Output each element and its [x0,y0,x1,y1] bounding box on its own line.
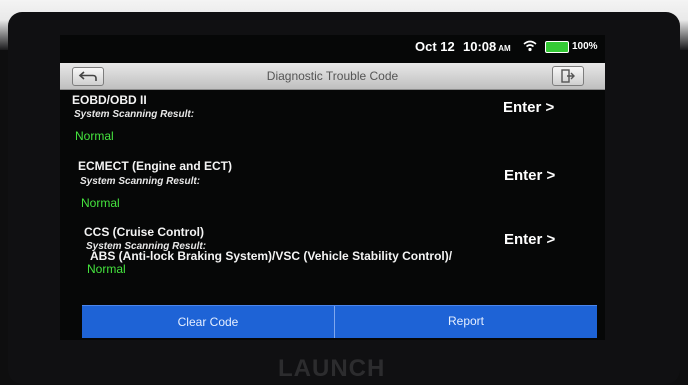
page-title: Diagnostic Trouble Code [266,69,399,83]
system-name: CCS (Cruise Control) [84,225,204,239]
clear-code-button[interactable]: Clear Code [82,306,335,338]
status-time-value: 10:08 [463,39,497,54]
enter-button[interactable]: Enter > [503,99,554,116]
system-item[interactable]: EOBD/OBD II System Scanning Result: Norm… [60,91,605,151]
status-ampm: AM [498,44,511,53]
report-button[interactable]: Report [335,306,597,338]
scan-result-value: Normal [75,129,114,143]
status-bar: Oct 12 10:08 AM 100% [60,35,605,57]
scan-result-value: Normal [87,262,126,276]
exit-icon [561,69,575,83]
enter-button[interactable]: Enter > [504,231,555,248]
status-time: 10:08 AM [463,39,511,54]
system-name-partial: ABS (Anti-lock Braking System)/VSC (Vehi… [90,249,453,263]
battery-percent: 100% [572,41,598,52]
exit-button[interactable] [552,66,584,86]
enter-button[interactable]: Enter > [504,167,555,184]
system-name: ECMECT (Engine and ECT) [78,159,232,173]
title-bar: Diagnostic Trouble Code [60,63,605,90]
scan-result-label: System Scanning Result: [80,176,201,187]
brand-logo: LAUNCH [278,355,386,382]
scan-result-label: System Scanning Result: [74,109,195,120]
scan-result-value: Normal [81,196,120,210]
device-screen: Oct 12 10:08 AM 100% Diagnostic Trouble C… [60,35,605,340]
battery-icon [545,41,569,53]
status-date: Oct 12 [415,39,455,54]
action-bar: Clear Code Report [82,305,597,338]
system-item[interactable]: ECMECT (Engine and ECT) System Scanning … [60,159,605,219]
wifi-icon [523,40,537,52]
system-name: EOBD/OBD II [72,93,147,107]
